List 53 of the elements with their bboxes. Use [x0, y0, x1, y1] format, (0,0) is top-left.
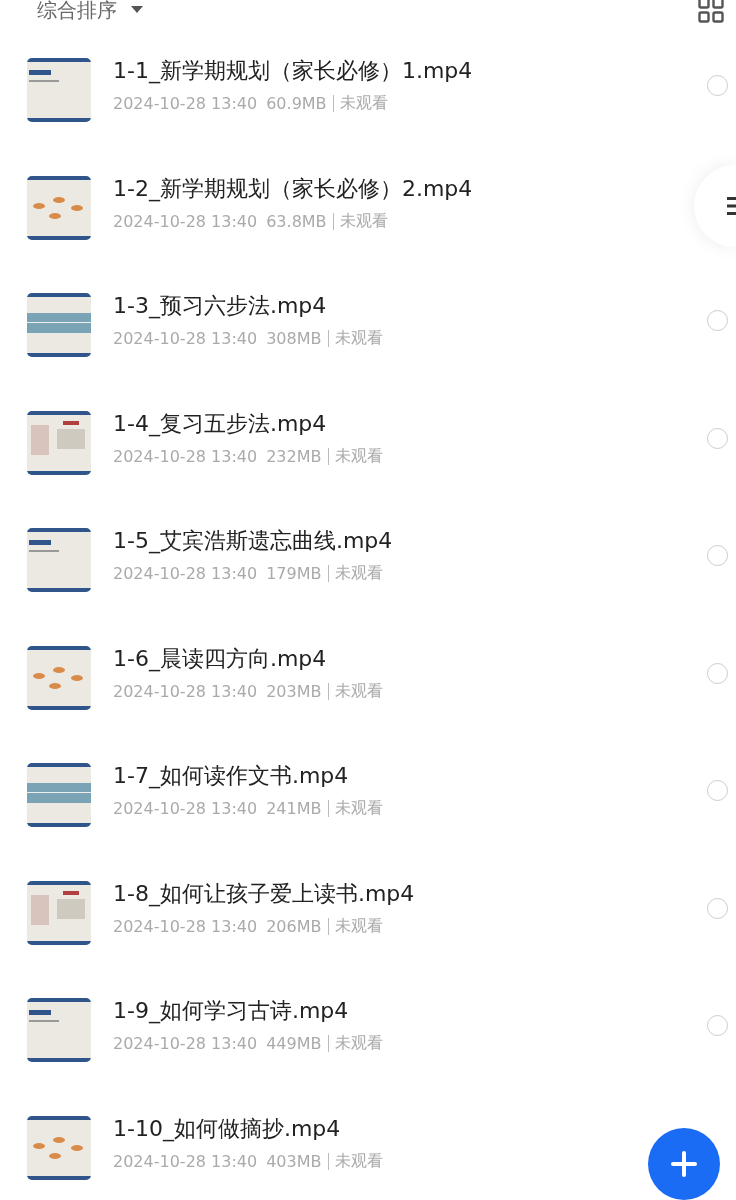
file-date: 2024-10-28 13:40 [113, 94, 258, 113]
select-radio[interactable] [707, 545, 728, 566]
file-name[interactable]: 1-6_晨读四方向.mp4 [113, 643, 327, 674]
file-date: 2024-10-28 13:40 [113, 329, 258, 348]
file-name[interactable]: 1-7_如何读作文书.mp4 [113, 761, 349, 791]
menu-icon [727, 196, 736, 216]
file-name[interactable]: 1-2_新学期规划（家长必修）2.mp4 [113, 173, 473, 204]
watch-status: 未观看 [334, 798, 383, 819]
file-date: 2024-10-28 13:40 [113, 446, 258, 466]
file-date: 2024-10-28 13:40 [113, 1034, 258, 1053]
file-name[interactable]: 1-10_如何做摘抄.mp4 [113, 1113, 341, 1144]
watch-status: 未观看 [339, 93, 388, 114]
file-date: 2024-10-28 13:40 [113, 1151, 258, 1171]
sort-dropdown[interactable]: 综合排序 [37, 0, 143, 24]
file-size: 308MB [266, 329, 322, 348]
file-name[interactable]: 1-5_艾宾浩斯遗忘曲线.mp4 [113, 526, 393, 556]
file-size: 63.8MB [266, 211, 327, 231]
watch-status: 未观看 [334, 563, 383, 584]
file-name[interactable]: 1-8_如何让孩子爱上读书.mp4 [113, 878, 415, 909]
watch-status: 未观看 [339, 210, 388, 232]
caret-icon [131, 6, 143, 14]
file-size: 60.9MB [266, 94, 327, 113]
file-name[interactable]: 1-4_复习五步法.mp4 [113, 408, 327, 439]
file-size: 449MB [266, 1034, 322, 1053]
file-size: 203MB [266, 681, 322, 701]
select-radio[interactable] [707, 897, 728, 919]
file-size: 403MB [266, 1151, 322, 1171]
file-date: 2024-10-28 13:40 [113, 799, 258, 818]
file-size: 232MB [266, 446, 322, 466]
file-name[interactable]: 1-1_新学期规划（家长必修）1.mp4 [113, 56, 473, 86]
file-size: 241MB [266, 799, 322, 818]
grid-view-icon[interactable] [698, 0, 724, 23]
file-date: 2024-10-28 13:40 [113, 681, 258, 701]
select-radio[interactable] [707, 75, 728, 96]
file-name[interactable]: 1-3_预习六步法.mp4 [113, 291, 327, 321]
select-radio[interactable] [707, 1015, 728, 1036]
file-name[interactable]: 1-9_如何学习古诗.mp4 [113, 996, 349, 1026]
watch-status: 未观看 [334, 1033, 383, 1054]
file-date: 2024-10-28 13:40 [113, 564, 258, 583]
file-size: 179MB [266, 564, 322, 583]
select-radio[interactable] [707, 310, 728, 331]
select-radio[interactable] [707, 780, 728, 801]
watch-status: 未观看 [334, 680, 383, 702]
file-date: 2024-10-28 13:40 [113, 916, 258, 936]
plus-icon [671, 1151, 697, 1177]
watch-status: 未观看 [334, 328, 383, 349]
file-size: 206MB [266, 916, 322, 936]
select-radio[interactable] [707, 662, 728, 684]
watch-status: 未观看 [334, 915, 383, 937]
watch-status: 未观看 [334, 1150, 383, 1172]
watch-status: 未观看 [334, 445, 383, 467]
file-date: 2024-10-28 13:40 [113, 211, 258, 231]
select-radio[interactable] [707, 427, 728, 449]
